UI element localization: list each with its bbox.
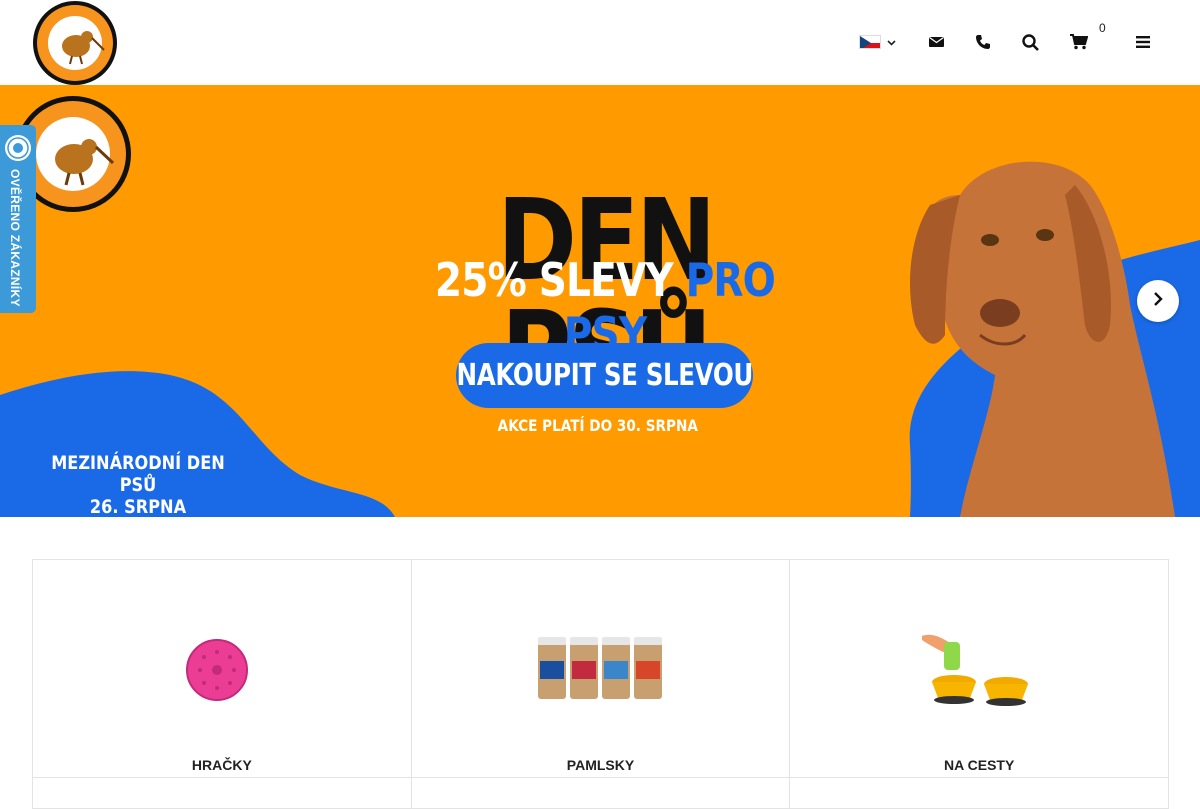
toy-ball-image: [33, 590, 411, 750]
promo-validity: AKCE PLATÍ DO 30. SRPNA: [450, 416, 746, 435]
category-label: NA CESTY: [944, 757, 1015, 773]
heureka-seal-icon: [5, 135, 31, 161]
chevron-right-icon: [1153, 291, 1163, 311]
verified-by-customers-badge[interactable]: OVĚŘENO ZÁKAZNÍKY: [0, 125, 36, 313]
category-label: HRAČKY: [191, 757, 252, 773]
kiwi-walker-logo[interactable]: [32, 0, 118, 86]
international-dog-day-text: MEZINÁRODNÍ DEN PSŮ 26. SRPNA: [30, 452, 246, 517]
envelope-icon[interactable]: [927, 30, 945, 54]
category-divider: [411, 777, 790, 778]
phone-icon[interactable]: [973, 30, 993, 54]
dog-day-line-1: MEZINÁRODNÍ DEN PSŮ: [51, 452, 225, 496]
category-divider: [790, 777, 1169, 778]
cart-count-badge: 0: [1099, 21, 1106, 35]
category-label: PAMLSKY: [566, 757, 635, 773]
promo-banner[interactable]: DEN PSŮ 25% SLEVY PRO PSY NAKOUPIT SE SL…: [0, 85, 1200, 517]
language-selector[interactable]: [858, 30, 896, 54]
category-travel[interactable]: NA CESTY: [790, 560, 1169, 808]
czech-flag-icon: [858, 35, 881, 49]
promo-validity-text: AKCE PLATÍ DO 30. SRPNA: [497, 416, 699, 435]
verified-badge-label: OVĚŘENO ZÁKAZNÍKY: [8, 169, 22, 307]
carousel-next-button[interactable]: [1137, 280, 1179, 322]
category-toys[interactable]: HRAČKY: [33, 560, 412, 808]
dog-day-line-2: 26. SRPNA: [89, 496, 187, 517]
banner-subtitle-discount: 25% SLEVY: [434, 253, 674, 307]
menu-icon[interactable]: [1134, 30, 1152, 54]
category-divider: [33, 777, 411, 778]
treat-jars-image: [412, 590, 790, 750]
shop-discount-button-label: NAKOUPIT SE SLEVOU: [456, 358, 753, 393]
shop-discount-button[interactable]: NAKOUPIT SE SLEVOU: [456, 343, 753, 408]
search-icon[interactable]: [1020, 30, 1040, 54]
travel-bowls-image: [790, 590, 1168, 750]
site-header: 0: [0, 0, 1200, 85]
cart-icon[interactable]: [1069, 30, 1089, 54]
category-grid: HRAČKY PAMLSKY NA CESTY: [32, 559, 1169, 809]
category-treats[interactable]: PAMLSKY: [411, 560, 791, 808]
chevron-down-icon: [886, 33, 896, 51]
